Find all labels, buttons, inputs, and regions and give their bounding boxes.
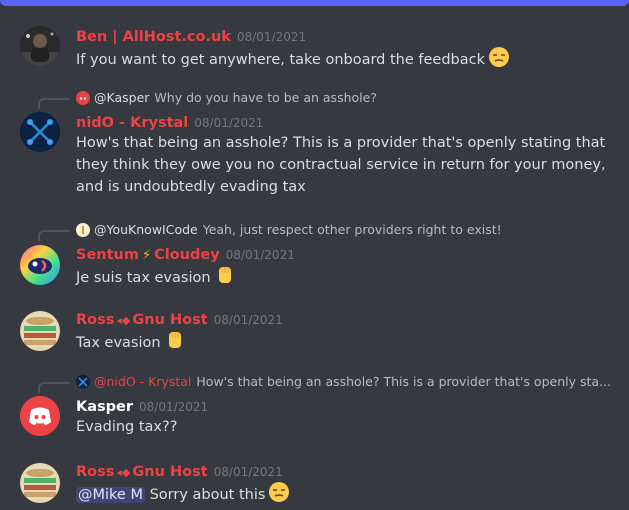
reply-author: @Kasper xyxy=(94,90,150,105)
badge-icon: ◂◆ xyxy=(116,466,131,479)
smirk-emoji-icon xyxy=(268,481,290,510)
message-header: nidO - Krystal 08/01/2021 xyxy=(76,112,263,131)
message-header: Ross ◂◆ Gnu Host 08/01/2021 xyxy=(76,309,283,328)
reply-text: Why do you have to be an asshole? xyxy=(154,90,377,105)
reply-spine xyxy=(38,98,70,109)
message-header: Sentum ⚡ Cloudey 08/01/2021 xyxy=(76,244,295,263)
reply-spine xyxy=(38,382,70,393)
message-header: Ross ◂◆ Gnu Host 08/01/2021 xyxy=(76,461,283,480)
message-content: How's that being an asshole? This is a p… xyxy=(76,132,616,198)
timestamp: 08/01/2021 xyxy=(236,30,307,44)
user-mention[interactable]: @Mike M xyxy=(76,487,145,503)
message-line: they think they owe you no contractual s… xyxy=(76,157,606,173)
smirk-emoji-icon xyxy=(488,46,510,75)
avatar[interactable] xyxy=(20,245,60,285)
reply-author: @nidO - Krystal xyxy=(94,374,192,389)
avatar[interactable] xyxy=(20,396,60,436)
top-banner xyxy=(0,0,629,6)
avatar[interactable] xyxy=(20,112,60,152)
timestamp: 08/01/2021 xyxy=(225,248,295,262)
timestamp: 08/01/2021 xyxy=(194,116,264,130)
timestamp: 08/01/2021 xyxy=(213,313,283,327)
raised-fist-icon xyxy=(214,264,236,293)
message-header: Kasper 08/01/2021 xyxy=(76,396,208,415)
message-header: Ben | AllHost.co.uk 08/01/2021 xyxy=(76,26,306,45)
message-text: Sorry about this xyxy=(149,487,266,503)
message-content: Tax evasion xyxy=(76,329,616,358)
message: Ross ◂◆ Gnu Host 08/01/2021 Tax evasion xyxy=(0,305,629,360)
raised-fist-icon xyxy=(164,329,186,358)
reply-preview[interactable]: @YouKnowICode Yeah, just respect other p… xyxy=(76,222,502,237)
message-content: Evading tax?? xyxy=(76,416,616,438)
message: @nidO - Krystal How's that being an assh… xyxy=(0,372,629,442)
reply-text: Yeah, just respect other providers right… xyxy=(202,222,502,237)
username-suffix[interactable]: Cloudey xyxy=(154,247,220,263)
timestamp: 08/01/2021 xyxy=(139,400,209,414)
username-suffix[interactable]: Gnu Host xyxy=(132,464,207,480)
discord-logo-icon xyxy=(76,90,90,105)
username[interactable]: nidO - Krystal xyxy=(76,115,188,131)
badge-icon: ◂◆ xyxy=(116,314,131,327)
reply-preview[interactable]: @Kasper Why do you have to be an asshole… xyxy=(76,90,377,105)
message: @Kasper Why do you have to be an asshole… xyxy=(0,88,629,208)
reply-text: How's that being an asshole? This is a p… xyxy=(196,374,611,389)
reply-author: @YouKnowICode xyxy=(94,222,198,237)
message-content: Je suis tax evasion xyxy=(76,264,616,293)
avatar[interactable] xyxy=(20,26,60,66)
message: Ben | AllHost.co.uk 08/01/2021 If you wan… xyxy=(0,20,629,70)
message-text: Tax evasion xyxy=(76,335,161,351)
message-line: and is undoubtedly evading tax xyxy=(76,179,306,195)
username-suffix[interactable]: Gnu Host xyxy=(132,312,207,328)
message-content: If you want to get anywhere, take onboar… xyxy=(76,46,616,75)
reply-preview[interactable]: @nidO - Krystal How's that being an assh… xyxy=(76,374,611,389)
user-avatar-mini-icon xyxy=(76,374,90,389)
username[interactable]: Ben | AllHost.co.uk xyxy=(76,29,231,45)
message-line: How's that being an asshole? This is a p… xyxy=(76,135,606,151)
timestamp: 08/01/2021 xyxy=(213,465,283,479)
message-text: Je suis tax evasion xyxy=(76,270,211,286)
reply-spine xyxy=(38,230,70,241)
lightning-icon: ⚡ xyxy=(141,248,152,263)
username[interactable]: Kasper xyxy=(76,399,133,415)
message-text: Evading tax?? xyxy=(76,419,178,435)
user-avatar-mini-icon xyxy=(76,222,90,237)
avatar[interactable] xyxy=(20,311,60,351)
message: @YouKnowICode Yeah, just respect other p… xyxy=(0,220,629,290)
avatar[interactable] xyxy=(20,463,60,503)
username[interactable]: Sentum xyxy=(76,247,139,263)
message: Ross ◂◆ Gnu Host 08/01/2021 @Mike M Sorry a… xyxy=(0,457,629,503)
username[interactable]: Ross xyxy=(76,312,114,328)
message-content: @Mike M Sorry about this xyxy=(76,481,616,510)
username[interactable]: Ross xyxy=(76,464,114,480)
message-text: If you want to get anywhere, take onboar… xyxy=(76,52,486,68)
